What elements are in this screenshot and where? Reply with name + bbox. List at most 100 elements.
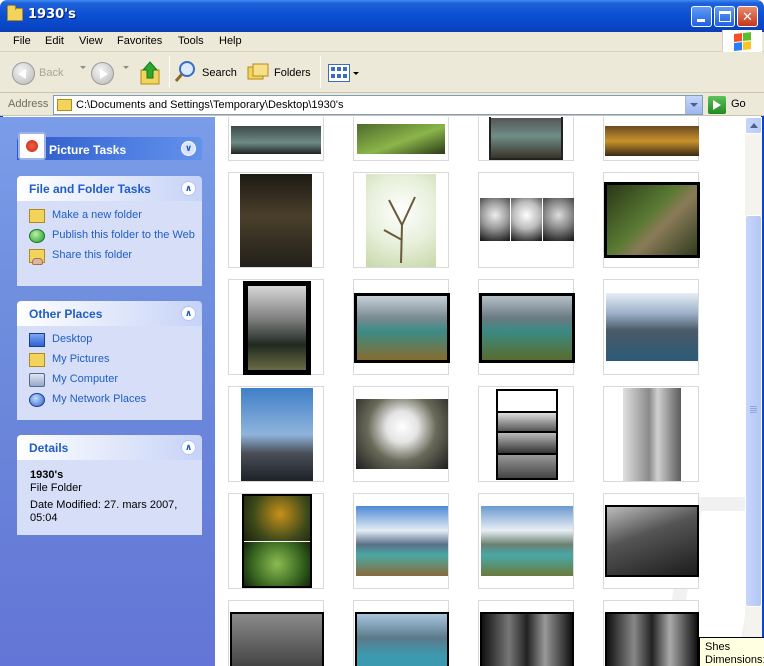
thumbnail[interactable]: [603, 172, 700, 268]
scrollbar-thumb[interactable]: [745, 215, 762, 607]
thumbnail[interactable]: [353, 117, 449, 161]
task-pane: Picture Tasks ∨ File and Folder Tasks ∧ …: [0, 117, 215, 666]
share-folder-icon: [29, 249, 45, 265]
thumbnail[interactable]: [228, 600, 324, 666]
other-places-body: Desktop My Pictures My Computer My Netwo…: [17, 326, 202, 420]
tooltip-line-2: Dimensions:: [705, 654, 764, 666]
up-button[interactable]: [139, 58, 165, 88]
minimize-button[interactable]: [691, 6, 712, 27]
thumbnail-frame: [480, 612, 574, 666]
thumbnail-image: [241, 388, 313, 481]
views-button[interactable]: [328, 58, 360, 88]
thumbnail-image: [480, 198, 510, 241]
thumbnail[interactable]: [478, 493, 574, 589]
thumbnail[interactable]: [353, 279, 450, 375]
place-my-computer[interactable]: My Computer: [29, 373, 202, 387]
thumbnail-frame: [489, 117, 563, 160]
thumbnail[interactable]: [603, 386, 699, 482]
go-button[interactable]: Go: [731, 98, 746, 110]
thumbnail-frame: [605, 612, 699, 666]
collapse-chevron-icon[interactable]: ∧: [181, 306, 196, 321]
picture-tasks-panel: Picture Tasks ∨: [17, 132, 202, 160]
search-icon: [174, 61, 195, 82]
go-arrow-icon[interactable]: [708, 96, 726, 114]
close-button[interactable]: ✕: [737, 6, 758, 27]
vertical-scrollbar[interactable]: [745, 117, 762, 666]
file-folder-tasks-panel: File and Folder Tasks ∧ Make a new folde…: [17, 176, 202, 286]
thumbnail[interactable]: [353, 172, 449, 268]
other-places-header[interactable]: Other Places ∧: [17, 301, 202, 326]
tooltip-line-1: Shes: [705, 641, 731, 653]
thumbnail-frame: [355, 612, 449, 666]
thumbnail[interactable]: [478, 117, 574, 161]
file-folder-tasks-header[interactable]: File and Folder Tasks ∧: [17, 176, 202, 201]
place-my-network-places[interactable]: My Network Places: [29, 393, 202, 407]
thumbnail[interactable]: [603, 493, 699, 589]
scroll-up-button[interactable]: [745, 117, 762, 134]
new-folder-icon: [29, 209, 45, 223]
close-icon: ✕: [742, 9, 753, 24]
search-button[interactable]: Search: [174, 58, 240, 88]
menu-help[interactable]: Help: [219, 35, 242, 47]
thumbnail-frame: [242, 494, 312, 588]
thumbnail-view[interactable]: [215, 117, 745, 666]
windows-logo: [722, 30, 762, 54]
collapse-chevron-icon[interactable]: ∧: [181, 181, 196, 196]
thumbnail[interactable]: [478, 600, 574, 666]
address-input[interactable]: C:\Documents and Settings\Temporary\Desk…: [53, 95, 703, 115]
thumbnail[interactable]: [478, 386, 574, 482]
expand-chevron-icon[interactable]: ∨: [181, 141, 196, 156]
thumbnail-image: [231, 126, 321, 154]
thumbnail-frame: [354, 293, 450, 363]
thumbnail-image: [623, 388, 681, 481]
thumbnail[interactable]: [603, 117, 699, 161]
menu-bar: File Edit View Favorites Tools Help: [0, 32, 764, 52]
menu-edit[interactable]: Edit: [45, 35, 64, 47]
place-my-pictures[interactable]: My Pictures: [29, 353, 202, 367]
details-body: 1930's File Folder Date Modified: 27. ma…: [17, 460, 202, 535]
publish-web-icon: [29, 229, 45, 243]
thumbnail[interactable]: [603, 279, 699, 375]
thumbnail[interactable]: [353, 493, 449, 589]
maximize-button[interactable]: [714, 6, 735, 27]
details-header[interactable]: Details ∧: [17, 435, 202, 460]
thumbnail[interactable]: [603, 600, 699, 666]
folders-button[interactable]: Folders: [247, 58, 313, 88]
menu-favorites[interactable]: Favorites: [117, 35, 162, 47]
thumbnail[interactable]: [353, 386, 449, 482]
other-places-panel: Other Places ∧ Desktop My Pictures My Co…: [17, 301, 202, 420]
details-panel: Details ∧ 1930's File Folder Date Modifi…: [17, 435, 202, 535]
thumbnail-image: [543, 198, 574, 241]
picture-tasks-icon: [18, 132, 46, 160]
toolbar-separator: [169, 56, 170, 88]
thumbnail[interactable]: [228, 279, 324, 375]
views-icon: [328, 64, 350, 82]
task-share-folder[interactable]: Share this folder: [29, 249, 202, 265]
thumbnail[interactable]: [478, 172, 574, 268]
collapse-chevron-icon[interactable]: ∧: [181, 440, 196, 455]
thumbnail-image: [356, 506, 448, 576]
place-desktop[interactable]: Desktop: [29, 333, 202, 347]
menu-file[interactable]: File: [13, 35, 31, 47]
picture-tasks-header[interactable]: Picture Tasks ∨: [17, 132, 202, 160]
thumbnail[interactable]: [353, 600, 449, 666]
thumbnail[interactable]: [228, 386, 324, 482]
task-publish-folder[interactable]: Publish this folder to the Web: [29, 229, 202, 243]
my-network-places-icon: [29, 393, 45, 407]
forward-dropdown-icon[interactable]: [123, 66, 129, 69]
back-dropdown-icon[interactable]: [80, 66, 86, 69]
minimize-icon: [697, 19, 705, 22]
back-button[interactable]: Back: [12, 58, 76, 88]
forward-button[interactable]: [91, 58, 119, 88]
menu-tools[interactable]: Tools: [178, 35, 204, 47]
thumbnail[interactable]: [228, 117, 324, 161]
thumbnail[interactable]: [228, 172, 324, 268]
menu-view[interactable]: View: [79, 35, 103, 47]
thumbnail[interactable]: [478, 279, 575, 375]
address-dropdown-button[interactable]: [685, 96, 702, 114]
thumbnail[interactable]: [228, 493, 324, 589]
title-bar[interactable]: 1930's ✕: [0, 0, 764, 32]
task-make-new-folder[interactable]: Make a new folder: [29, 209, 202, 223]
thumbnail-image: [496, 413, 558, 433]
folders-icon: [247, 63, 269, 80]
